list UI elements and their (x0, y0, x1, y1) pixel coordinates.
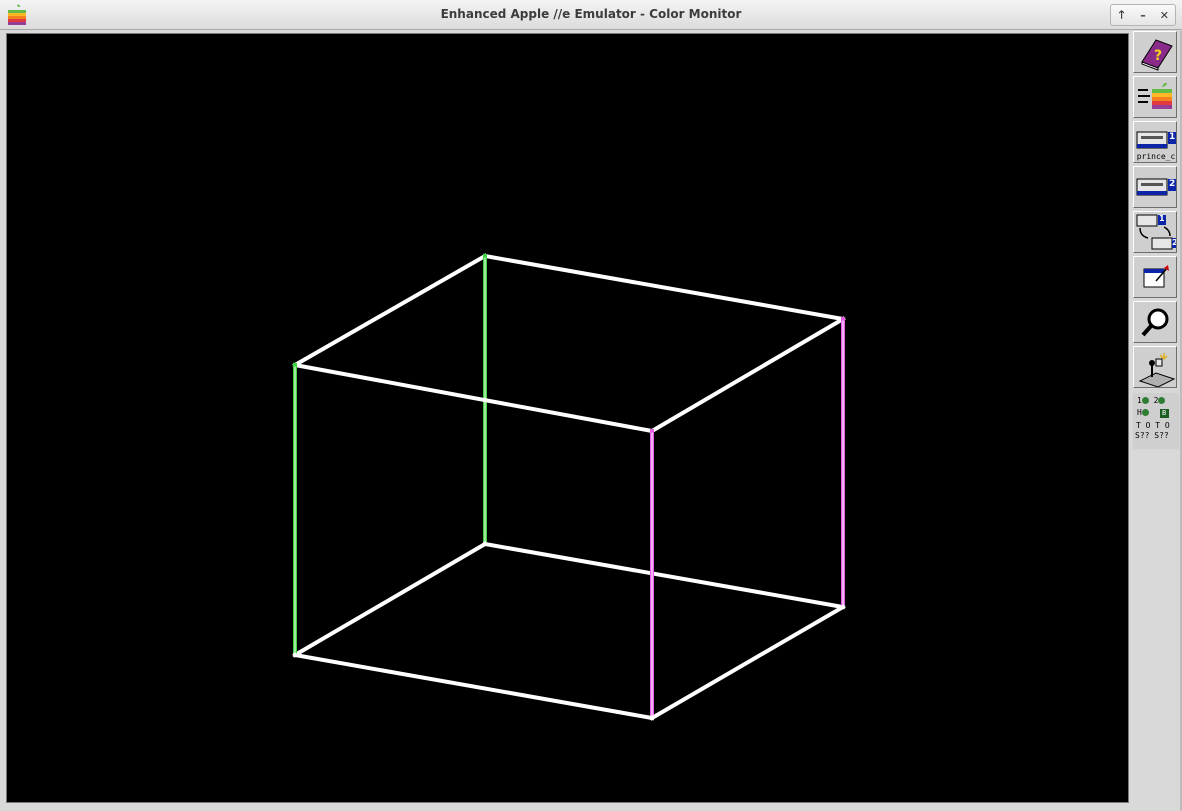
window-title: Enhanced Apple //e Emulator - Color Moni… (440, 7, 742, 21)
sector-row: S?? S?? (1135, 431, 1169, 440)
swap-drives-button[interactable]: 1 2 (1133, 211, 1177, 253)
hard-disk-led-icon (1141, 409, 1149, 416)
close-button[interactable]: ✕ (1155, 9, 1173, 22)
debugger-button[interactable] (1133, 301, 1177, 343)
svg-text:?: ? (1154, 48, 1162, 64)
emulator-toolbar: ? 1 prince_c 2 1 1 2 H B T O T O S?? S?? (1132, 31, 1180, 451)
emulator-screen[interactable] (6, 33, 1129, 803)
run-apple-icon (1138, 82, 1172, 109)
drive-1-led-icon (1141, 397, 1149, 404)
fullscreen-window-icon (1143, 265, 1169, 288)
help-book-icon: ? (1141, 39, 1173, 71)
cube-edge (292, 362, 655, 434)
swap-drive-2-number: 2 (1172, 238, 1176, 247)
cube-edge (292, 253, 488, 368)
settings-button[interactable] (1133, 346, 1177, 388)
drive-2-led-icon (1158, 397, 1166, 404)
drive-2-number: 2 (1169, 179, 1176, 189)
fullscreen-button[interactable] (1133, 256, 1177, 298)
run-button[interactable] (1133, 76, 1177, 118)
caps-lock-indicator: B (1159, 409, 1169, 418)
cube-edge (482, 253, 846, 322)
help-button[interactable]: ? (1133, 31, 1177, 73)
window-controls: 🡑 – ✕ (1110, 4, 1176, 26)
drive-1-disk-name: prince_c (1136, 152, 1176, 161)
drive-2-button[interactable]: 2 (1133, 166, 1177, 208)
magnifier-icon (1141, 308, 1169, 337)
swap-drives-icon (1136, 214, 1176, 250)
cube-edge (292, 652, 655, 721)
maximize-button[interactable]: 🡑 (1113, 6, 1131, 25)
minimize-button[interactable]: – (1134, 9, 1152, 22)
drive-led-row: 1 2 (1137, 396, 1166, 405)
cube-edge (292, 541, 488, 658)
cube-edge (649, 604, 846, 721)
joystick-speaker-icon (1138, 353, 1176, 387)
title-bar: Enhanced Apple //e Emulator - Color Moni… (0, 0, 1182, 30)
cube-edge (482, 541, 846, 610)
wireframe-cube (292, 253, 846, 721)
swap-drive-1-number: 1 (1159, 214, 1165, 223)
cube-edge (649, 316, 846, 434)
drive-1-number: 1 (1169, 132, 1176, 142)
track-row: T O T O (1136, 421, 1170, 430)
disk-led-row: H B (1137, 408, 1169, 418)
drive-status-panel: 1 2 H B T O T O S?? S?? (1133, 393, 1179, 449)
drive-1-button[interactable]: 1 prince_c (1133, 121, 1177, 163)
